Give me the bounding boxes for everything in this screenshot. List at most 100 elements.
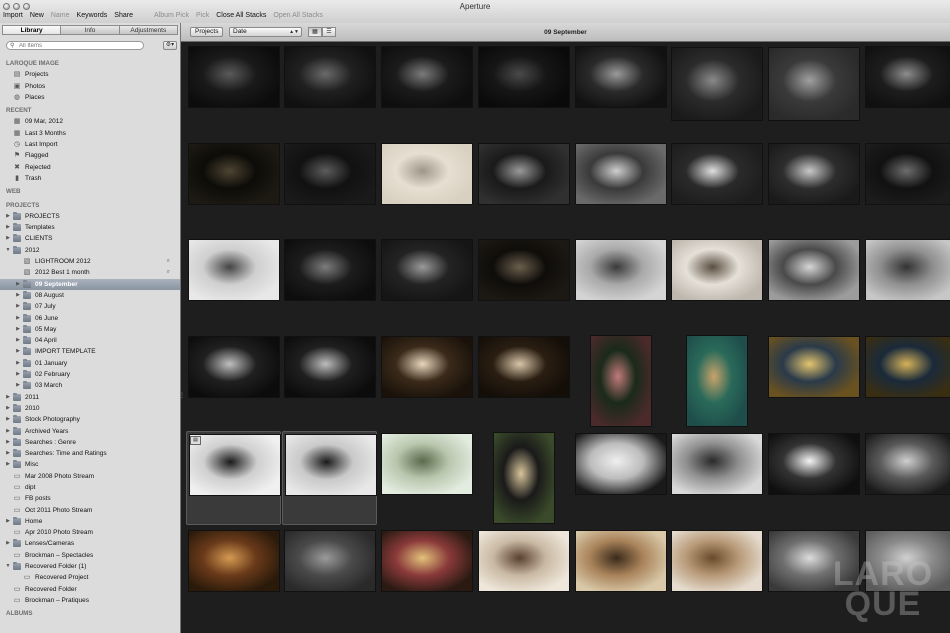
sidebar-item[interactable]: ▶ 02 February: [0, 369, 180, 380]
thumbnail-cell[interactable]: [379, 528, 474, 622]
disclosure-open-icon[interactable]: ▼: [5, 245, 11, 256]
photo-thumbnail[interactable]: [493, 433, 554, 523]
sidebar-item[interactable]: ▶ 01 January: [0, 358, 180, 369]
section-heading[interactable]: WEB: [0, 186, 180, 197]
disclosure-closed-icon[interactable]: ▶: [15, 301, 21, 312]
thumbnail-cell[interactable]: [186, 334, 281, 428]
thumbnail-cell[interactable]: [476, 528, 571, 622]
thumbnail-cell[interactable]: [863, 334, 950, 428]
library-search[interactable]: ⚲: [6, 41, 144, 50]
photo-thumbnail[interactable]: [381, 144, 472, 204]
photo-thumbnail[interactable]: [284, 337, 375, 397]
section-heading[interactable]: RECENT: [0, 105, 180, 116]
sidebar-item[interactable]: ▣ Photos: [0, 81, 180, 92]
sidebar-item[interactable]: ▶ PROJECTS: [0, 211, 180, 222]
thumbnail-cell[interactable]: [863, 141, 950, 235]
thumbnail-cell[interactable]: [282, 528, 377, 622]
sidebar-item[interactable]: ▶ 08 August: [0, 290, 180, 301]
sidebar-item[interactable]: ▧ 2012 Best 1 month ⌕: [0, 267, 180, 278]
thumbnail-cell[interactable]: [766, 431, 861, 525]
library-search-input[interactable]: [19, 42, 139, 49]
photo-thumbnail[interactable]: [671, 531, 762, 591]
photo-thumbnail[interactable]: [768, 337, 859, 397]
thumbnail-cell[interactable]: [669, 528, 764, 622]
sidebar-item[interactable]: ▶ 2010: [0, 403, 180, 414]
photo-thumbnail[interactable]: [381, 240, 472, 300]
sidebar-item[interactable]: ▶ Templates: [0, 222, 180, 233]
photo-thumbnail[interactable]: [575, 240, 666, 300]
disclosure-closed-icon[interactable]: ▶: [5, 448, 11, 459]
photo-thumbnail[interactable]: [381, 531, 472, 591]
disclosure-closed-icon[interactable]: ▶: [15, 335, 21, 346]
sidebar-item[interactable]: ▶ 03 March: [0, 380, 180, 391]
thumbnail-cell[interactable]: [379, 431, 474, 525]
thumbnail-cell[interactable]: [573, 237, 668, 331]
sidebar-item[interactable]: ▦ 09 Mar, 2012: [0, 116, 180, 127]
photo-thumbnail[interactable]: [575, 531, 666, 591]
sidebar-item[interactable]: ▭ dipt: [0, 482, 180, 493]
sidebar-item[interactable]: ▭ Oct 2011 Photo Stream: [0, 505, 180, 516]
photo-thumbnail[interactable]: [284, 47, 375, 107]
sidebar-item[interactable]: ▼ 2012: [0, 245, 180, 256]
photo-thumbnail[interactable]: [768, 48, 859, 120]
photo-thumbnail[interactable]: [478, 47, 569, 107]
disclosure-closed-icon[interactable]: ▶: [5, 538, 11, 549]
sidebar-item[interactable]: ▶ Archived Years: [0, 426, 180, 437]
photo-thumbnail[interactable]: [284, 240, 375, 300]
photo-thumbnail[interactable]: [188, 144, 279, 204]
toolbar-import-button[interactable]: Import: [3, 12, 23, 22]
photo-thumbnail[interactable]: [865, 240, 950, 300]
search-icon[interactable]: ⌕: [167, 256, 170, 267]
section-heading[interactable]: ALBUMS: [0, 608, 180, 619]
sidebar-item[interactable]: ▮ Trash: [0, 173, 180, 184]
thumbnail-cell[interactable]: [573, 334, 668, 428]
sidebar-item[interactable]: ▤ Projects: [0, 69, 180, 80]
photo-thumbnail[interactable]: [188, 337, 279, 397]
sidebar-item[interactable]: ▭ Brockman – Pratiques: [0, 595, 180, 606]
photo-thumbnail[interactable]: [865, 337, 950, 397]
thumbnail-cell[interactable]: [863, 431, 950, 525]
photo-thumbnail[interactable]: [671, 48, 762, 120]
thumbnail-cell[interactable]: [476, 141, 571, 235]
sidebar-item[interactable]: ▭ Recovered Folder: [0, 584, 180, 595]
thumbnail-cell[interactable]: [863, 237, 950, 331]
disclosure-closed-icon[interactable]: ▶: [5, 516, 11, 527]
thumbnail-cell[interactable]: [282, 334, 377, 428]
toolbar-share-button[interactable]: Share: [114, 12, 133, 22]
sidebar-item[interactable]: ◍ Places: [0, 92, 180, 103]
photo-thumbnail[interactable]: [284, 531, 375, 591]
disclosure-closed-icon[interactable]: ▶: [5, 211, 11, 222]
section-heading[interactable]: PROJECTS: [0, 200, 180, 211]
disclosure-closed-icon[interactable]: ▶: [15, 279, 21, 290]
photo-thumbnail[interactable]: [478, 337, 569, 397]
photo-thumbnail[interactable]: [575, 47, 666, 107]
photo-thumbnail[interactable]: [768, 240, 859, 300]
thumbnail-cell[interactable]: [573, 44, 668, 138]
thumbnail-cell[interactable]: [282, 237, 377, 331]
sidebar-item[interactable]: ◷ Last Import: [0, 139, 180, 150]
photo-thumbnail[interactable]: [671, 434, 762, 494]
disclosure-closed-icon[interactable]: ▶: [15, 369, 21, 380]
disclosure-closed-icon[interactable]: ▶: [15, 290, 21, 301]
thumbnail-cell[interactable]: [766, 141, 861, 235]
sidebar-item[interactable]: ▶ 05 May: [0, 324, 180, 335]
sidebar-item[interactable]: ▶ Searches : Genre: [0, 437, 180, 448]
photo-thumbnail[interactable]: [865, 144, 950, 204]
sidebar-item[interactable]: ▶ Home: [0, 516, 180, 527]
sidebar-item[interactable]: ▶ 09 September: [0, 278, 180, 290]
photo-thumbnail[interactable]: [686, 336, 747, 426]
photo-thumbnail[interactable]: [865, 434, 950, 494]
photo-thumbnail[interactable]: [575, 144, 666, 204]
thumbnail-cell[interactable]: [186, 528, 281, 622]
photo-thumbnail[interactable]: [188, 47, 279, 107]
section-heading[interactable]: LAROQUE IMAGE: [0, 58, 180, 69]
photo-thumbnail[interactable]: [478, 240, 569, 300]
sidebar-item[interactable]: ⚑ Flagged: [0, 150, 180, 161]
thumbnail-cell[interactable]: [379, 141, 474, 235]
sidebar-item[interactable]: ▶ CLIENTS: [0, 233, 180, 244]
sidebar-item[interactable]: ▦ Last 3 Months: [0, 128, 180, 139]
thumbnail-cell[interactable]: [476, 44, 571, 138]
sidebar-item[interactable]: ▶ 2011: [0, 392, 180, 403]
thumbnail-cell[interactable]: [186, 141, 281, 235]
thumbnail-cell[interactable]: [282, 44, 377, 138]
